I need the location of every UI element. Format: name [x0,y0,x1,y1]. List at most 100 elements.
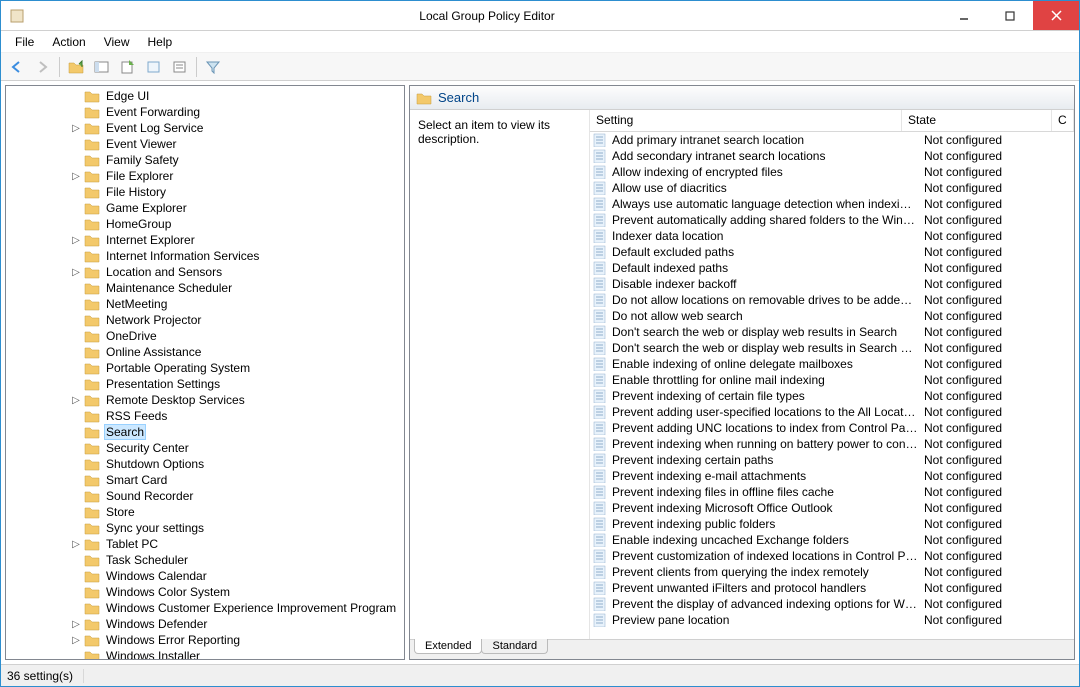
setting-row[interactable]: Prevent indexing when running on battery… [590,436,1074,452]
setting-row[interactable]: Prevent the display of advanced indexing… [590,596,1074,612]
tree-item[interactable]: ▷Sync your settings [6,520,404,536]
maximize-button[interactable] [987,1,1033,30]
tree-item[interactable]: ▷RSS Feeds [6,408,404,424]
tree-expander-icon[interactable]: ▷ [70,395,82,406]
properties-button[interactable] [168,56,192,78]
tree-item[interactable]: ▷Search [6,424,404,440]
setting-row[interactable]: Prevent indexing of certain file typesNo… [590,388,1074,404]
setting-row[interactable]: Add primary intranet search locationNot … [590,132,1074,148]
tree-item[interactable]: ▷Task Scheduler [6,552,404,568]
setting-row[interactable]: Always use automatic language detection … [590,196,1074,212]
tree-expander-icon[interactable]: ▷ [70,619,82,630]
filter-button[interactable] [201,56,225,78]
setting-row[interactable]: Enable indexing uncached Exchange folder… [590,532,1074,548]
tree-item[interactable]: ▷Security Center [6,440,404,456]
setting-row[interactable]: Allow indexing of encrypted filesNot con… [590,164,1074,180]
tree-item[interactable]: ▷Windows Defender [6,616,404,632]
tree-item[interactable]: ▷Maintenance Scheduler [6,280,404,296]
menu-file[interactable]: File [7,33,42,51]
tab-extended[interactable]: Extended [414,639,482,654]
tree-expander-icon[interactable]: ▷ [70,267,82,278]
setting-row[interactable]: Prevent unwanted iFilters and protocol h… [590,580,1074,596]
tree-item[interactable]: ▷Internet Explorer [6,232,404,248]
tree-item[interactable]: ▷Presentation Settings [6,376,404,392]
tree-item[interactable]: ▷Game Explorer [6,200,404,216]
tree-expander-icon[interactable]: ▷ [70,235,82,246]
setting-row[interactable]: Prevent indexing public foldersNot confi… [590,516,1074,532]
setting-row[interactable]: Prevent customization of indexed locatio… [590,548,1074,564]
setting-row[interactable]: Indexer data locationNot configured [590,228,1074,244]
menu-help[interactable]: Help [140,33,181,51]
setting-row[interactable]: Default indexed pathsNot configured [590,260,1074,276]
tree-item[interactable]: ▷HomeGroup [6,216,404,232]
setting-row[interactable]: Enable indexing of online delegate mailb… [590,356,1074,372]
tree-item[interactable]: ▷Windows Installer [6,648,404,659]
up-button[interactable] [64,56,88,78]
tree-item[interactable]: ▷Network Projector [6,312,404,328]
tree-scroll[interactable]: ▷Edge UI▷Event Forwarding▷Event Log Serv… [6,86,404,659]
tree-expander-icon[interactable]: ▷ [70,171,82,182]
setting-row[interactable]: Prevent adding user-specified locations … [590,404,1074,420]
tree-expander-icon[interactable]: ▷ [70,635,82,646]
tree-item[interactable]: ▷Windows Error Reporting [6,632,404,648]
setting-state: Not configured [924,213,1074,227]
tree-item[interactable]: ▷Event Log Service [6,120,404,136]
setting-row[interactable]: Allow use of diacriticsNot configured [590,180,1074,196]
tree-item[interactable]: ▷ Remote Desktop Services [6,392,404,408]
tree-item[interactable]: ▷Windows Calendar [6,568,404,584]
back-button[interactable] [5,56,29,78]
setting-row[interactable]: Preview pane locationNot configured [590,612,1074,628]
setting-row[interactable]: Prevent indexing e-mail attachmentsNot c… [590,468,1074,484]
tree-item[interactable]: ▷Location and Sensors [6,264,404,280]
tree-item[interactable]: ▷Portable Operating System [6,360,404,376]
tree-item[interactable]: ▷Tablet PC [6,536,404,552]
setting-row[interactable]: Prevent indexing files in offline files … [590,484,1074,500]
setting-row[interactable]: Prevent adding UNC locations to index fr… [590,420,1074,436]
setting-row[interactable]: Prevent automatically adding shared fold… [590,212,1074,228]
show-hide-tree-button[interactable] [90,56,114,78]
tree-item[interactable]: ▷Family Safety [6,152,404,168]
tree-item[interactable]: ▷Event Forwarding [6,104,404,120]
refresh-button[interactable] [142,56,166,78]
tree-item[interactable]: ▷Online Assistance [6,344,404,360]
menu-action[interactable]: Action [44,33,93,51]
tree-item[interactable]: ▷OneDrive [6,328,404,344]
setting-row[interactable]: Don't search the web or display web resu… [590,324,1074,340]
setting-row[interactable]: Enable throttling for online mail indexi… [590,372,1074,388]
tree-item[interactable]: ▷File History [6,184,404,200]
tree-item[interactable]: ▷Internet Information Services [6,248,404,264]
setting-row[interactable]: Add secondary intranet search locationsN… [590,148,1074,164]
setting-row[interactable]: Don't search the web or display web resu… [590,340,1074,356]
window-title: Local Group Policy Editor [33,9,941,23]
tree-item[interactable]: ▷NetMeeting [6,296,404,312]
setting-row[interactable]: Disable indexer backoffNot configured [590,276,1074,292]
tree-item[interactable]: ▷Smart Card [6,472,404,488]
setting-row[interactable]: Do not allow locations on removable driv… [590,292,1074,308]
menu-view[interactable]: View [96,33,138,51]
column-setting[interactable]: Setting [590,110,902,131]
export-button[interactable] [116,56,140,78]
tab-standard[interactable]: Standard [481,639,548,654]
tree-item[interactable]: ▷Shutdown Options [6,456,404,472]
forward-button[interactable] [31,56,55,78]
minimize-button[interactable] [941,1,987,30]
tree-item[interactable]: ▷Windows Customer Experience Improvement… [6,600,404,616]
setting-row[interactable]: Do not allow web searchNot configured [590,308,1074,324]
tree-item-label: Remote Desktop Services [104,393,247,407]
setting-row[interactable]: Prevent clients from querying the index … [590,564,1074,580]
settings-list[interactable]: Add primary intranet search locationNot … [590,132,1074,639]
tree-item[interactable]: ▷Sound Recorder [6,488,404,504]
setting-row[interactable]: Prevent indexing Microsoft Office Outloo… [590,500,1074,516]
column-state[interactable]: State [902,110,1052,131]
tree-item[interactable]: ▷Windows Color System [6,584,404,600]
close-button[interactable] [1033,1,1079,30]
column-comment[interactable]: C [1052,110,1074,131]
tree-item[interactable]: ▷Store [6,504,404,520]
tree-item[interactable]: ▷Edge UI [6,88,404,104]
tree-expander-icon[interactable]: ▷ [70,123,82,134]
tree-expander-icon[interactable]: ▷ [70,539,82,550]
tree-item[interactable]: ▷File Explorer [6,168,404,184]
setting-row[interactable]: Prevent indexing certain pathsNot config… [590,452,1074,468]
setting-row[interactable]: Default excluded pathsNot configured [590,244,1074,260]
tree-item[interactable]: ▷Event Viewer [6,136,404,152]
